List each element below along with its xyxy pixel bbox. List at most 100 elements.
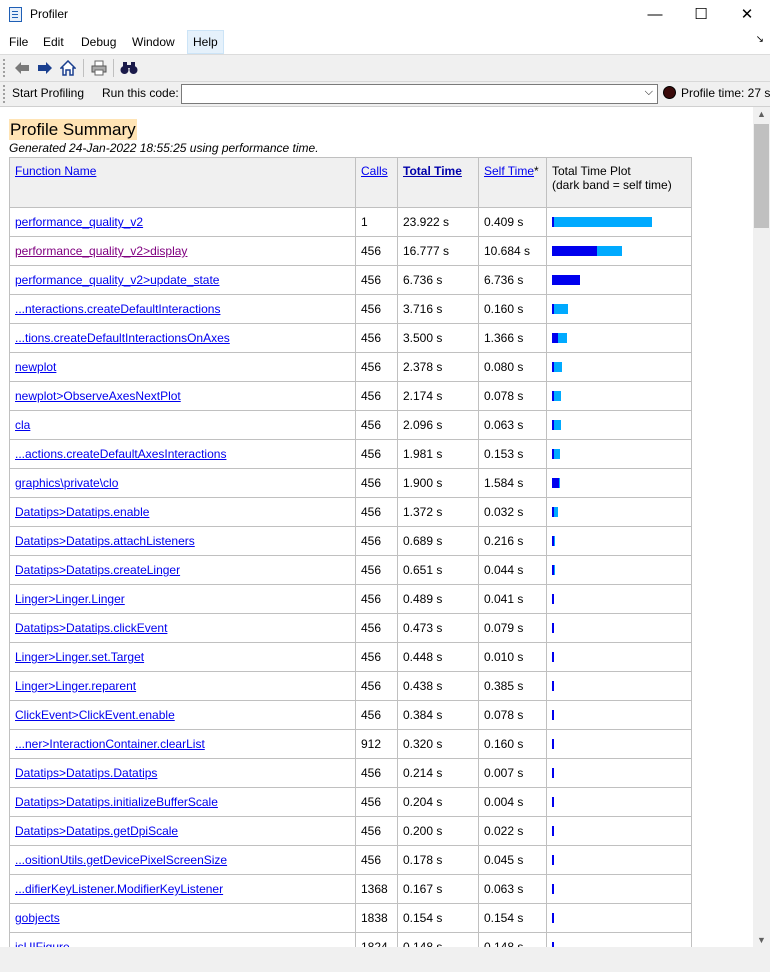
table-row: Datatips>Datatips.clickEvent 456 0.473 s 0.…: [9, 613, 692, 643]
function-link[interactable]: Datatips>Datatips.attachListeners: [15, 534, 195, 548]
function-name-cell: isUIFigure: [9, 932, 356, 947]
function-link[interactable]: newplot>ObserveAxesNextPlot: [15, 389, 181, 403]
menu-overflow-icon[interactable]: ↘: [756, 34, 764, 45]
function-link[interactable]: Datatips>Datatips.initializeBufferScale: [15, 795, 218, 809]
time-plot-cell: [546, 874, 692, 904]
toolbar-grip[interactable]: [3, 59, 7, 77]
chevron-down-icon[interactable]: ⌵: [645, 86, 653, 99]
function-link[interactable]: ...actions.createDefaultAxesInteractions: [15, 447, 226, 461]
function-link[interactable]: Datatips>Datatips.clickEvent: [15, 621, 167, 635]
profile-summary-table: Function Name Calls Total Time Self Time…: [9, 157, 692, 947]
plot-header-line2: (dark band = self time): [552, 178, 672, 192]
self-time-cell: 0.007 s: [478, 758, 547, 788]
function-link[interactable]: ...nteractions.createDefaultInteractions: [15, 302, 220, 316]
run-code-combobox[interactable]: ⌵: [181, 84, 658, 104]
total-time-cell: 23.922 s: [397, 207, 479, 237]
table-row: ...ner>InteractionContainer.clearList 912…: [9, 729, 692, 759]
header-self-time[interactable]: Self Time*: [478, 157, 547, 208]
scrollbar-thumb[interactable]: [754, 124, 769, 228]
calls-cell: 456: [355, 816, 398, 846]
self-time-cell: 0.022 s: [478, 816, 547, 846]
forward-arrow-icon[interactable]: [35, 58, 55, 78]
function-link[interactable]: graphics\private\clo: [15, 476, 118, 490]
time-plot-bar: [552, 275, 686, 285]
sort-function-name-link[interactable]: Function Name: [15, 164, 96, 178]
start-profiling-button[interactable]: Start Profiling: [12, 86, 84, 100]
function-link[interactable]: isUIFigure: [15, 940, 70, 947]
self-time-cell: 0.080 s: [478, 352, 547, 382]
header-total-time[interactable]: Total Time: [397, 157, 479, 208]
self-time-cell: 0.063 s: [478, 874, 547, 904]
time-plot-bar: [552, 594, 686, 604]
function-link[interactable]: ...ner>InteractionContainer.clearList: [15, 737, 205, 751]
scroll-up-icon[interactable]: ▲: [757, 109, 766, 119]
menu-window[interactable]: Window: [127, 30, 180, 54]
table-row: Datatips>Datatips.createLinger 456 0.651 s…: [9, 555, 692, 585]
function-link[interactable]: Datatips>Datatips.createLinger: [15, 563, 180, 577]
function-link[interactable]: ...tions.createDefaultInteractionsOnAxes: [15, 331, 230, 345]
calls-cell: 456: [355, 758, 398, 788]
sort-total-time-link[interactable]: Total Time: [403, 164, 462, 178]
time-plot-cell: [546, 526, 692, 556]
function-link[interactable]: Datatips>Datatips.getDpiScale: [15, 824, 178, 838]
time-plot-cell: [546, 729, 692, 759]
calls-cell: 456: [355, 700, 398, 730]
function-link[interactable]: Datatips>Datatips.enable: [15, 505, 149, 519]
sort-calls-link[interactable]: Calls: [361, 164, 388, 178]
total-time-cell: 1.372 s: [397, 497, 479, 527]
function-link[interactable]: Datatips>Datatips.Datatips: [15, 766, 157, 780]
time-plot-cell: [546, 439, 692, 469]
header-function-name[interactable]: Function Name: [9, 157, 356, 208]
home-icon[interactable]: [58, 58, 78, 78]
time-plot-bar: [552, 797, 686, 807]
function-name-cell: Datatips>Datatips.createLinger: [9, 555, 356, 585]
sort-self-time-link[interactable]: Self Time: [484, 164, 534, 178]
menu-edit[interactable]: Edit: [38, 30, 69, 54]
time-plot-bar: [552, 362, 686, 372]
menu-debug[interactable]: Debug: [76, 30, 121, 54]
self-time-cell: 0.044 s: [478, 555, 547, 585]
table-row: Datatips>Datatips.enable 456 1.372 s 0.032 …: [9, 497, 692, 527]
function-link[interactable]: performance_quality_v2>display: [15, 244, 187, 258]
runbar-grip[interactable]: [3, 85, 5, 103]
function-link[interactable]: performance_quality_v2>update_state: [15, 273, 219, 287]
function-link[interactable]: Linger>Linger.set.Target: [15, 650, 144, 664]
function-link[interactable]: gobjects: [15, 911, 60, 925]
total-time-cell: 0.489 s: [397, 584, 479, 614]
time-plot-cell: [546, 932, 692, 947]
self-time-cell: 0.041 s: [478, 584, 547, 614]
function-link[interactable]: cla: [15, 418, 30, 432]
function-link[interactable]: ClickEvent>ClickEvent.enable: [15, 708, 175, 722]
function-link[interactable]: Linger>Linger.reparent: [15, 679, 136, 693]
time-plot-bar: [552, 826, 686, 836]
back-arrow-icon[interactable]: [12, 58, 32, 78]
print-icon[interactable]: [89, 58, 109, 78]
function-link[interactable]: Linger>Linger.Linger: [15, 592, 125, 606]
profile-time-status: Profile time: 27 s: [663, 86, 770, 100]
find-binoculars-icon[interactable]: [119, 58, 139, 78]
time-plot-cell: [546, 903, 692, 933]
calls-cell: 456: [355, 410, 398, 440]
total-time-cell: 0.200 s: [397, 816, 479, 846]
total-time-cell: 3.500 s: [397, 323, 479, 353]
self-time-cell: 0.010 s: [478, 642, 547, 672]
menu-help[interactable]: Help: [187, 30, 224, 54]
function-link[interactable]: ...ositionUtils.getDevicePixelScreenSize: [15, 853, 227, 867]
function-link[interactable]: ...difierKeyListener.ModifierKeyListener: [15, 882, 223, 896]
calls-cell: 456: [355, 323, 398, 353]
close-button[interactable]: ✕: [724, 0, 770, 29]
function-link[interactable]: newplot: [15, 360, 56, 374]
function-name-cell: ClickEvent>ClickEvent.enable: [9, 700, 356, 730]
maximize-button[interactable]: ☐: [678, 0, 724, 29]
menu-file[interactable]: File: [4, 30, 33, 54]
function-name-cell: performance_quality_v2>update_state: [9, 265, 356, 295]
time-plot-bar: [552, 217, 686, 227]
self-time-band: [552, 739, 554, 749]
calls-cell: 912: [355, 729, 398, 759]
function-link[interactable]: performance_quality_v2: [15, 215, 143, 229]
header-calls[interactable]: Calls: [355, 157, 398, 208]
vertical-scrollbar[interactable]: ▲ ▼: [753, 107, 770, 947]
minimize-button[interactable]: —: [632, 0, 678, 29]
self-time-cell: 0.045 s: [478, 845, 547, 875]
scroll-down-icon[interactable]: ▼: [757, 935, 766, 945]
